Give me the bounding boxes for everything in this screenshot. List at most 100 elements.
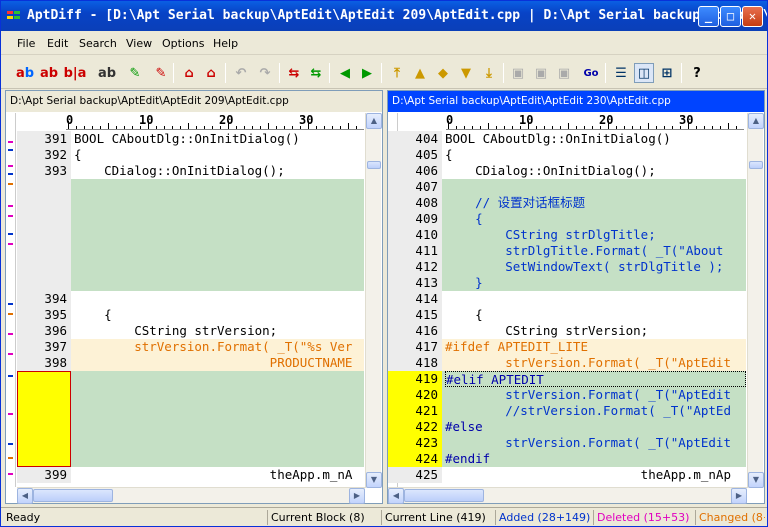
disk3-icon[interactable]: ▣ (554, 63, 574, 83)
code-line[interactable] (17, 211, 364, 227)
cur-diff-icon[interactable]: ◆ (433, 63, 453, 83)
next-diff-icon[interactable]: ▼ (456, 63, 476, 83)
goto-icon[interactable]: Go (581, 63, 601, 83)
layout-horizontal-icon[interactable]: ☰ (611, 63, 631, 83)
right-vscroll[interactable]: ▲ ▼ (747, 113, 764, 488)
edit-left-icon[interactable]: ✎ (125, 63, 145, 83)
code-line[interactable]: 391 BOOL CAboutDlg::OnInitDialog() (17, 131, 364, 147)
scroll-right-icon[interactable]: ▶ (349, 488, 365, 504)
diff-map-mark[interactable] (8, 313, 13, 315)
left-diff-map[interactable] (6, 113, 16, 487)
right-pane[interactable]: D:\Apt Serial backup\AptEdit\AptEdit 230… (387, 90, 765, 504)
menu-edit[interactable]: Edit (47, 37, 68, 50)
copy-to-left-icon[interactable]: ⇆ (284, 63, 304, 83)
diff-map-mark[interactable] (8, 333, 13, 335)
code-line[interactable]: 399 theApp.m_nA (17, 467, 364, 483)
code-line[interactable]: 414 (388, 291, 746, 307)
code-line[interactable]: 420 strVersion.Format( _T("AptEdit (388, 387, 746, 403)
scroll-right-icon[interactable]: ▶ (731, 488, 747, 504)
code-line[interactable]: 393 CDialog::OnInitDialog(); (17, 163, 364, 179)
code-line[interactable]: 397 strVersion.Format( _T("%s Ver (17, 339, 364, 355)
help-icon[interactable]: ? (687, 63, 707, 83)
options-icon[interactable]: ab (97, 63, 117, 83)
left-vscroll-thumb[interactable] (367, 161, 381, 169)
diff-map-mark[interactable] (8, 457, 13, 459)
left-pane[interactable]: D:\Apt Serial backup\AptEdit\AptEdit 209… (5, 90, 383, 504)
code-line[interactable]: 421 //strVersion.Format( _T("AptEd (388, 403, 746, 419)
code-line[interactable] (17, 195, 364, 211)
code-line[interactable]: 417 #ifdef APTEDIT_LITE (388, 339, 746, 355)
copy-to-right-icon[interactable]: ⇆ (306, 63, 326, 83)
code-line[interactable]: 424 #endif (388, 451, 746, 467)
diff-map-mark[interactable] (8, 183, 13, 185)
scroll-up-icon[interactable]: ▲ (366, 113, 382, 129)
diff-map-mark[interactable] (8, 141, 13, 143)
diff-map-mark[interactable] (8, 205, 13, 207)
undo-icon[interactable]: ↶ (231, 63, 251, 83)
diff-map-mark[interactable] (8, 413, 13, 415)
scroll-left-icon[interactable]: ◀ (388, 488, 404, 504)
code-line[interactable]: 418 strVersion.Format( _T("AptEdit (388, 355, 746, 371)
code-line[interactable]: 398 PRODUCTNAME (17, 355, 364, 371)
scroll-left-icon[interactable]: ◀ (17, 488, 33, 504)
menu-help[interactable]: Help (213, 37, 238, 50)
save-left-icon[interactable]: ⌂ (179, 63, 199, 83)
redo-icon[interactable]: ↷ (255, 63, 275, 83)
first-diff-icon[interactable]: ⤒ (387, 63, 407, 83)
menu-search[interactable]: Search (79, 37, 117, 50)
code-line[interactable]: 411 strDlgTitle.Format( _T("About (388, 243, 746, 259)
last-diff-icon[interactable]: ⤓ (479, 63, 499, 83)
save-right-icon[interactable]: ⌂ (201, 63, 221, 83)
code-line[interactable]: 410 CString strDlgTitle; (388, 227, 746, 243)
left-hscroll-thumb[interactable] (33, 489, 113, 502)
code-line[interactable]: 407 (388, 179, 746, 195)
code-line[interactable]: 416 CString strVersion; (388, 323, 746, 339)
maximize-button[interactable]: □ (720, 6, 741, 27)
code-line[interactable] (17, 243, 364, 259)
disk2-icon[interactable]: ▣ (531, 63, 551, 83)
code-line[interactable]: 392{ (17, 147, 364, 163)
code-line[interactable]: 404 BOOL CAboutDlg::OnInitDialog() (388, 131, 746, 147)
edit-right-icon[interactable]: ✎ (151, 63, 171, 83)
code-line[interactable] (17, 179, 364, 195)
diff-map-mark[interactable] (8, 303, 13, 305)
code-line[interactable] (17, 259, 364, 275)
next-icon[interactable]: ▶ (357, 63, 377, 83)
close-button[interactable]: ✕ (742, 6, 763, 27)
layout-vertical-icon[interactable]: ◫ (634, 63, 654, 83)
left-vscroll[interactable]: ▲ ▼ (365, 113, 382, 488)
diff-map-mark[interactable] (8, 243, 13, 245)
diff-map-mark[interactable] (8, 443, 13, 445)
code-line[interactable]: ▶419#elif APTEDIT (388, 371, 746, 387)
code-line[interactable]: 423 strVersion.Format( _T("AptEdit (388, 435, 746, 451)
code-line[interactable] (17, 275, 364, 291)
diff-map-mark[interactable] (8, 233, 13, 235)
code-line[interactable]: 412 SetWindowText( strDlgTitle ); (388, 259, 746, 275)
minimize-button[interactable]: _ (698, 6, 719, 27)
left-code-view[interactable]: 391 BOOL CAboutDlg::OnInitDialog() 392{393… (17, 131, 364, 488)
code-line[interactable]: 422 #else (388, 419, 746, 435)
scroll-down-icon[interactable]: ▼ (366, 472, 382, 488)
code-line[interactable] (17, 227, 364, 243)
code-line[interactable]: 395 { (17, 307, 364, 323)
diff-map-mark[interactable] (8, 215, 13, 217)
menu-options[interactable]: Options (162, 37, 204, 50)
diff-map-mark[interactable] (8, 173, 13, 175)
right-code-view[interactable]: 404 BOOL CAboutDlg::OnInitDialog() 405{406… (388, 131, 746, 488)
diff-map-mark[interactable] (8, 165, 13, 167)
code-line[interactable]: 406 CDialog::OnInitDialog(); (388, 163, 746, 179)
code-line[interactable]: 425 theApp.m_nAp (388, 467, 746, 483)
layout-grid-icon[interactable]: ⊞ (657, 63, 677, 83)
diff-map-mark[interactable] (8, 375, 13, 377)
code-line[interactable]: 413 } (388, 275, 746, 291)
code-line[interactable]: 394 (17, 291, 364, 307)
swap-icon[interactable]: b|a (64, 63, 87, 83)
code-line[interactable]: 405{ (388, 147, 746, 163)
code-line[interactable]: 415 { (388, 307, 746, 323)
scroll-up-icon[interactable]: ▲ (748, 113, 764, 129)
diff-map-mark[interactable] (8, 473, 13, 475)
compare-text-icon[interactable]: ab (15, 63, 35, 83)
menu-view[interactable]: View (126, 37, 152, 50)
right-hscroll-thumb[interactable] (404, 489, 484, 502)
disk1-icon[interactable]: ▣ (508, 63, 528, 83)
